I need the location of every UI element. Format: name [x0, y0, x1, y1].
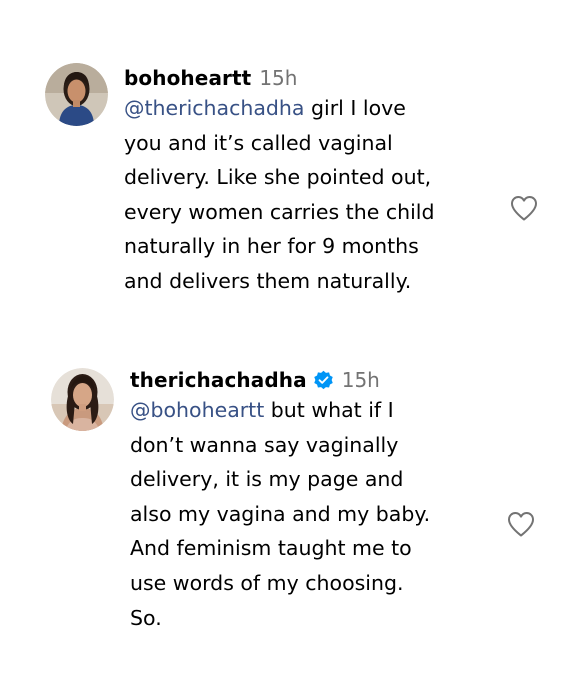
- avatar-image: [45, 63, 108, 126]
- comment-text: @therichachadha girl I love you and it’s…: [124, 91, 514, 299]
- comment-text-first-line: but what if I: [264, 398, 394, 422]
- comment-item: bohoheartt 15h @therichachadha girl I lo…: [0, 0, 569, 340]
- timestamp[interactable]: 15h: [259, 66, 297, 90]
- username[interactable]: bohoheartt: [124, 66, 251, 90]
- avatar[interactable]: [51, 368, 114, 431]
- like-button[interactable]: [506, 510, 536, 538]
- comment-body: therichachadha 15h @bohoheartt but what …: [130, 368, 520, 635]
- mention-link[interactable]: @bohoheartt: [130, 398, 264, 422]
- verified-badge-icon: [313, 370, 334, 391]
- avatar[interactable]: [45, 63, 108, 126]
- timestamp[interactable]: 15h: [342, 368, 380, 392]
- comment-text-rest: don’t wanna say vaginally delivery, it i…: [130, 432, 431, 630]
- like-button[interactable]: [509, 194, 539, 222]
- comment-header: bohoheartt 15h: [124, 66, 514, 90]
- username[interactable]: therichachadha: [130, 368, 307, 392]
- comment-text-rest: you and it’s called vaginal delivery. Li…: [124, 130, 435, 293]
- mention-link[interactable]: @therichachadha: [124, 96, 305, 120]
- comment-item: therichachadha 15h @bohoheartt but what …: [0, 340, 569, 675]
- avatar-image: [51, 368, 114, 431]
- comment-body: bohoheartt 15h @therichachadha girl I lo…: [124, 66, 514, 299]
- heart-outline-icon: [511, 196, 537, 221]
- comment-text-first-line: girl I love: [304, 96, 406, 120]
- comment-text: @bohoheartt but what if I don’t wanna sa…: [130, 393, 520, 635]
- heart-outline-icon: [508, 512, 534, 537]
- comment-header: therichachadha 15h: [130, 368, 520, 392]
